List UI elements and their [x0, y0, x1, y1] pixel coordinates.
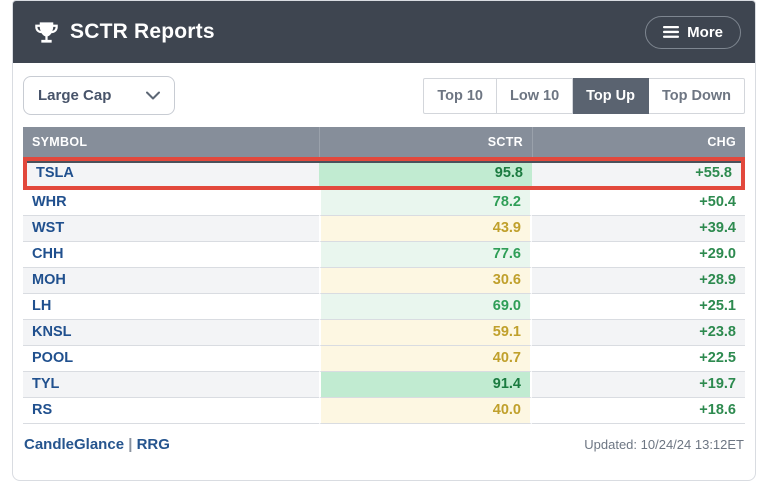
chg-value: +18.6: [532, 398, 745, 424]
table-row: WST 43.9 +39.4: [23, 216, 745, 242]
table-header-row: SYMBOL SCTR CHG: [23, 127, 745, 157]
sctr-value: 77.6: [319, 242, 532, 268]
symbol-link[interactable]: LH: [23, 294, 319, 320]
chg-value: +29.0: [532, 242, 745, 268]
tab-top-down[interactable]: Top Down: [649, 78, 745, 114]
table-row: LH 69.0 +25.1: [23, 294, 745, 320]
symbol-link[interactable]: WHR: [23, 190, 319, 216]
titlebar: SCTR Reports More: [13, 1, 755, 63]
chg-value: +50.4: [532, 190, 745, 216]
sctr-value: 95.8: [319, 157, 532, 190]
sctr-value: 43.9: [319, 216, 532, 242]
symbol-link[interactable]: POOL: [23, 346, 319, 372]
table-row: TSLA 95.8 +55.8: [23, 157, 745, 190]
chg-value: +39.4: [532, 216, 745, 242]
symbol-link[interactable]: WST: [23, 216, 319, 242]
chevron-down-icon: [146, 91, 160, 100]
sctr-value: 78.2: [319, 190, 532, 216]
sctr-value: 40.7: [319, 346, 532, 372]
column-header-chg: CHG: [532, 127, 745, 157]
table-row: TYL 91.4 +19.7: [23, 372, 745, 398]
menu-icon: [663, 26, 679, 38]
updated-timestamp: Updated: 10/24/24 13:12ET: [584, 437, 744, 452]
chg-value: +22.5: [532, 346, 745, 372]
page-title: SCTR Reports: [70, 20, 215, 44]
more-button-label: More: [687, 24, 723, 41]
table-row: KNSL 59.1 +23.8: [23, 320, 745, 346]
chg-value: +19.7: [532, 372, 745, 398]
chg-value: +55.8: [532, 157, 745, 190]
candleglance-link[interactable]: CandleGlance: [24, 436, 124, 453]
table-row: WHR 78.2 +50.4: [23, 190, 745, 216]
sctr-value: 69.0: [319, 294, 532, 320]
group-select-dropdown[interactable]: Large Cap: [23, 76, 175, 115]
footer-links: CandleGlance | RRG: [24, 436, 170, 453]
chg-value: +25.1: [532, 294, 745, 320]
more-button[interactable]: More: [645, 16, 741, 49]
sctr-table: SYMBOL SCTR CHG TSLA 95.8 +55.8 WHR 78.2…: [23, 127, 745, 424]
sctr-value: 91.4: [319, 372, 532, 398]
group-select-value: Large Cap: [38, 87, 111, 104]
sctr-value: 59.1: [319, 320, 532, 346]
column-header-sctr: SCTR: [319, 127, 532, 157]
symbol-link[interactable]: TYL: [23, 372, 319, 398]
symbol-link[interactable]: RS: [23, 398, 319, 424]
symbol-link[interactable]: MOH: [23, 268, 319, 294]
footer: CandleGlance | RRG Updated: 10/24/24 13:…: [13, 424, 755, 465]
sctr-table-container: SYMBOL SCTR CHG TSLA 95.8 +55.8 WHR 78.2…: [13, 127, 755, 424]
controls-row: Large Cap Top 10 Low 10 Top Up Top Down: [13, 63, 755, 127]
sctr-value: 40.0: [319, 398, 532, 424]
view-tabs: Top 10 Low 10 Top Up Top Down: [423, 78, 745, 114]
symbol-link[interactable]: KNSL: [23, 320, 319, 346]
sctr-value: 30.6: [319, 268, 532, 294]
table-row: RS 40.0 +18.6: [23, 398, 745, 424]
table-row: CHH 77.6 +29.0: [23, 242, 745, 268]
column-header-symbol: SYMBOL: [23, 127, 319, 157]
rrg-link[interactable]: RRG: [137, 436, 170, 453]
tab-low-10[interactable]: Low 10: [497, 78, 573, 114]
link-separator: |: [128, 436, 132, 453]
symbol-link[interactable]: TSLA: [23, 157, 319, 190]
tab-top-10[interactable]: Top 10: [423, 78, 497, 114]
tab-top-up[interactable]: Top Up: [573, 78, 649, 114]
trophy-icon: [33, 19, 60, 46]
chg-value: +23.8: [532, 320, 745, 346]
sctr-reports-panel: SCTR Reports More Large Cap Top 10 Low 1…: [12, 0, 756, 481]
chg-value: +28.9: [532, 268, 745, 294]
symbol-link[interactable]: CHH: [23, 242, 319, 268]
table-row: MOH 30.6 +28.9: [23, 268, 745, 294]
table-row: POOL 40.7 +22.5: [23, 346, 745, 372]
